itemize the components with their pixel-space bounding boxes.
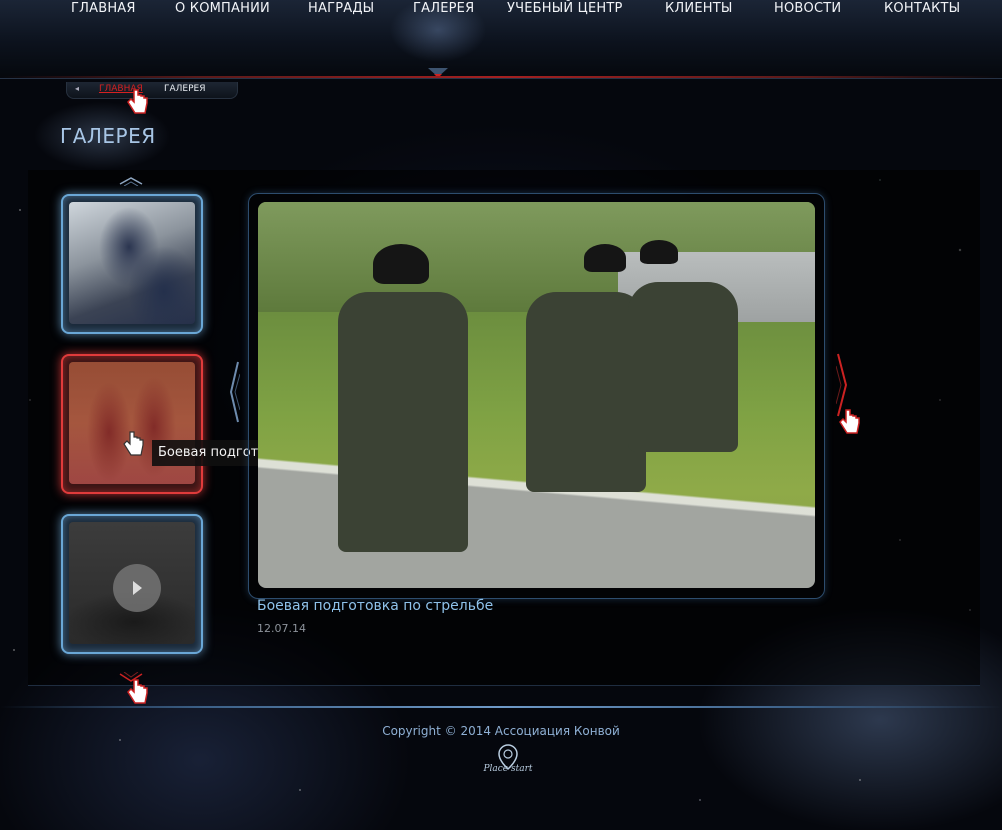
gallery-thumbnail-3[interactable] xyxy=(61,514,203,654)
nav-item-clients[interactable]: КЛИЕНТЫ xyxy=(665,0,733,18)
nav-item-training[interactable]: УЧЕБНЫЙ ЦЕНТР xyxy=(507,0,623,18)
photo-cap-back xyxy=(640,240,678,264)
footer-separator xyxy=(0,706,1002,708)
gallery-thumbnail-1[interactable] xyxy=(61,194,203,334)
previous-arrow-icon[interactable] xyxy=(228,360,240,424)
photo-cap-middle xyxy=(584,244,626,272)
photo-cap-front xyxy=(373,244,429,284)
hand-cursor-icon xyxy=(839,409,860,434)
breadcrumb-back-icon[interactable]: ◂ xyxy=(75,84,79,93)
gallery-thumbnail-2[interactable] xyxy=(61,354,203,494)
main-gallery-photo[interactable] xyxy=(258,202,815,588)
nav-item-news[interactable]: НОВОСТИ xyxy=(774,0,841,18)
breadcrumb-current: ГАЛЕРЕЯ xyxy=(164,84,206,94)
nav-item-awards[interactable]: НАГРАДЫ xyxy=(308,0,374,18)
play-icon[interactable] xyxy=(113,564,161,612)
photo-date: 12.07.14 xyxy=(257,622,306,635)
nav-item-gallery[interactable]: ГАЛЕРЕЯ xyxy=(413,0,474,18)
thumbnail-image-video xyxy=(69,522,195,644)
photo-soldier-back xyxy=(628,282,738,452)
page-title: ГАЛЕРЕЯ xyxy=(60,124,156,148)
photo-caption-link[interactable]: Боевая подготовка по стрельбе xyxy=(257,598,493,614)
breadcrumb: ◂ ГЛАВНАЯ ГАЛЕРЕЯ xyxy=(66,82,238,99)
photo-soldier-front xyxy=(338,292,468,552)
top-navigation-bar: ГЛАВНАЯ О КОМПАНИИ НАГРАДЫ ГАЛЕРЕЯ УЧЕБН… xyxy=(0,0,1002,79)
nav-bottom-line xyxy=(0,76,1002,78)
hand-cursor-icon xyxy=(127,679,148,704)
hand-cursor-icon xyxy=(127,89,148,114)
thumbnail-image-officers xyxy=(69,202,195,324)
nav-item-about[interactable]: О КОМПАНИИ xyxy=(175,0,270,18)
logo-text: Place start xyxy=(483,764,533,774)
nav-item-contacts[interactable]: КОНТАКТЫ xyxy=(884,0,960,18)
place-start-logo[interactable]: Place start xyxy=(482,744,534,780)
nav-item-home[interactable]: ГЛАВНАЯ xyxy=(71,0,136,18)
thumbnails-up-arrow-icon[interactable] xyxy=(116,176,146,186)
hand-cursor-icon xyxy=(123,431,144,456)
copyright-text: Copyright © 2014 Ассоциация Конвой xyxy=(382,724,620,738)
